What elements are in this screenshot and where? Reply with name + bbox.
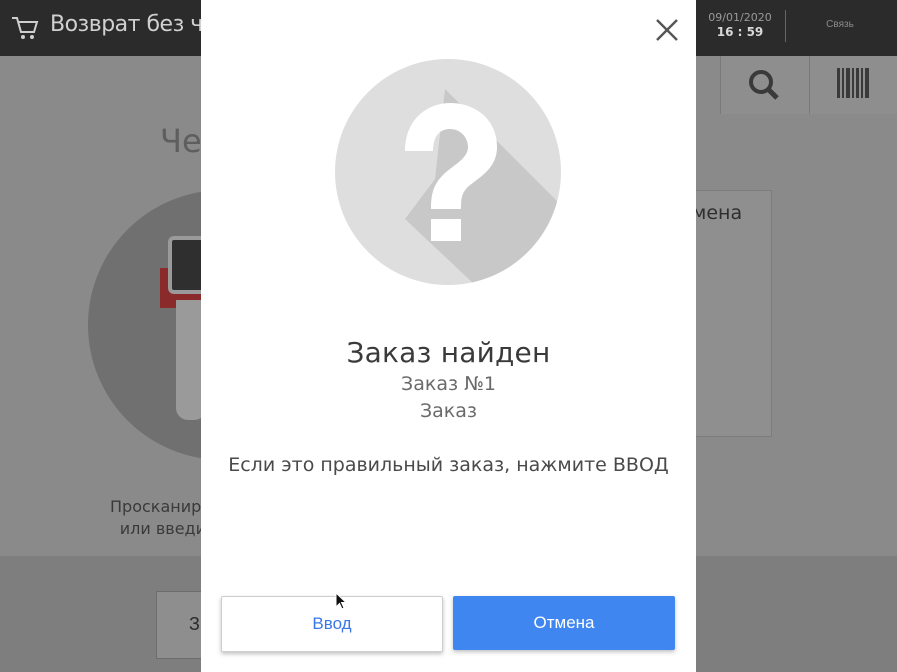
time-label: 16 : 59 (716, 25, 764, 39)
background-button-label: З (189, 614, 200, 634)
order-type: Заказ (419, 400, 478, 422)
dialog-message: Если это правильный заказ, нажмите ВВОД (228, 454, 669, 476)
date-label: 09/01/2020 (708, 11, 772, 24)
enter-button[interactable]: Ввод (221, 596, 443, 652)
question-icon (335, 59, 561, 285)
dialog-title: Заказ найден (346, 336, 551, 369)
order-found-dialog: Заказ найден Заказ №1 Заказ Если это пра… (201, 0, 696, 672)
background-heading: Че (160, 122, 202, 160)
search-icon (749, 70, 779, 100)
barcode-button[interactable] (809, 56, 897, 114)
cancel-button[interactable]: Отмена (453, 596, 675, 650)
mouse-cursor-icon (335, 592, 348, 610)
close-icon[interactable] (655, 18, 679, 42)
barcode-icon (837, 68, 869, 98)
background-card[interactable] (692, 190, 772, 437)
background-instruction: Просканиру или введи (110, 496, 206, 540)
instruction-line-1: Просканиру (110, 497, 206, 516)
connection-link[interactable]: Связь (815, 19, 865, 30)
search-button[interactable] (720, 56, 809, 114)
order-number: Заказ №1 (401, 373, 496, 395)
divider (785, 10, 786, 42)
instruction-line-2: или введи (119, 519, 206, 538)
cart-icon (12, 17, 39, 39)
background-card-label: мена (692, 202, 743, 224)
datetime: 09/01/2020 16 : 59 (700, 11, 780, 39)
